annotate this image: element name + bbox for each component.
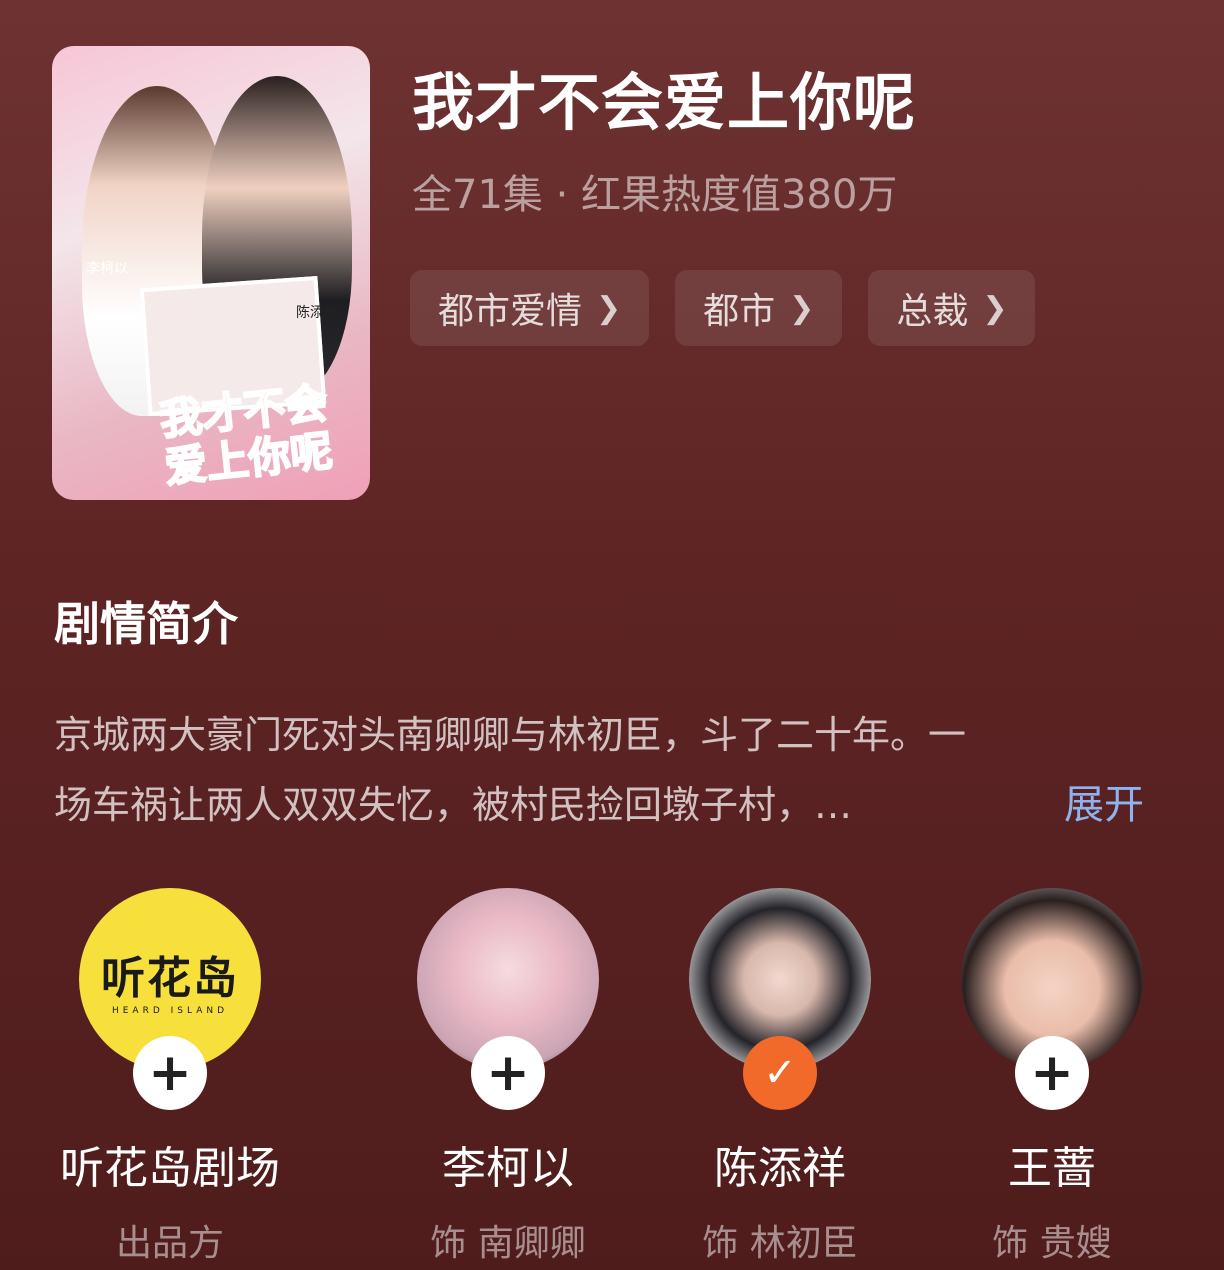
cast-name: 听花岛剧场 — [60, 1143, 280, 1194]
plus-icon[interactable]: + — [471, 1036, 545, 1110]
cast-name: 陈添祥 — [714, 1143, 846, 1194]
studio-logo-subtext: HEARD ISLAND — [111, 1006, 229, 1016]
cast-name: 王蔷 — [1008, 1143, 1096, 1194]
drama-meta: 全71集 · 红果热度值380万 — [412, 172, 898, 218]
tag-label: 总裁 — [896, 291, 969, 332]
chevron-right-icon: ❯ — [596, 290, 622, 326]
tag-list: 都市爱情 ❯ 都市 ❯ 总裁 ❯ — [410, 270, 1036, 346]
poster-logo-title: 我才不会爱上你呢 — [156, 377, 335, 493]
expand-button[interactable]: 展开 — [1064, 772, 1144, 830]
poster-cast-label-b: 陈添祥 — [296, 305, 338, 321]
chevron-right-icon: ❯ — [982, 290, 1008, 326]
tag-urban-romance[interactable]: 都市爱情 ❯ — [410, 270, 650, 346]
plus-icon[interactable]: + — [1015, 1036, 1089, 1110]
synopsis-text: 京城两大豪门死对头南卿卿与林初臣，斗了二十年。一 场车祸让两人双双失忆，被村民捡… — [54, 700, 1144, 840]
cast-role: 饰 贵嫂 — [992, 1223, 1112, 1264]
synopsis-heading: 剧情简介 — [54, 597, 238, 651]
synopsis-line: 京城两大豪门死对头南卿卿与林初臣，斗了二十年。一 — [54, 713, 967, 757]
tag-ceo[interactable]: 总裁 ❯ — [868, 270, 1036, 346]
synopsis-line: 场车祸让两人双双失忆，被村民捡回墩子村，… — [54, 783, 853, 827]
cast-name: 李柯以 — [442, 1143, 574, 1194]
tag-urban[interactable]: 都市 ❯ — [675, 270, 843, 346]
chevron-right-icon: ❯ — [789, 290, 815, 326]
cast-card-actress-2[interactable]: + 王蔷 饰 贵嫂 — [922, 888, 1182, 1266]
check-icon[interactable]: ✓ — [743, 1036, 817, 1110]
cast-role: 出品方 — [115, 1223, 224, 1264]
plus-icon[interactable]: + — [133, 1036, 207, 1110]
drama-poster[interactable]: 李柯以 陈添祥 我才不会爱上你呢 — [52, 46, 370, 500]
drama-title: 我才不会爱上你呢 — [412, 66, 917, 139]
cast-role: 饰 林初臣 — [702, 1223, 858, 1264]
cast-card-actress-1[interactable]: + 李柯以 饰 南卿卿 — [378, 888, 638, 1266]
cast-card-actor[interactable]: ✓ 陈添祥 饰 林初臣 — [650, 888, 910, 1266]
tag-label: 都市 — [703, 291, 776, 332]
cast-card-studio[interactable]: 听花岛 HEARD ISLAND + 听花岛剧场 出品方 — [40, 888, 300, 1266]
poster-cast-label-a: 李柯以 — [86, 261, 128, 277]
tag-label: 都市爱情 — [438, 291, 583, 332]
studio-logo-text: 听花岛 — [101, 953, 239, 1004]
cast-list: 听花岛 HEARD ISLAND + 听花岛剧场 出品方 + 李柯以 饰 南卿卿… — [0, 888, 1224, 1270]
cast-role: 饰 南卿卿 — [430, 1223, 586, 1264]
